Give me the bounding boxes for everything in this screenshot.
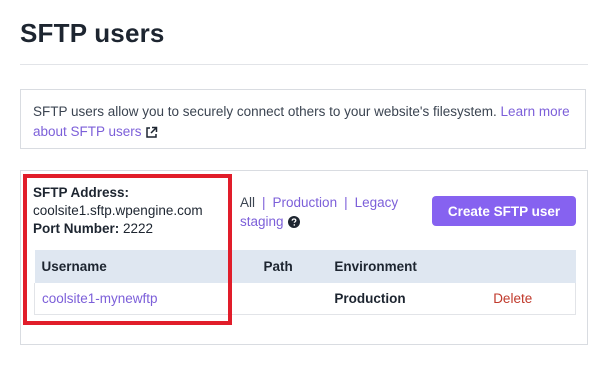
external-link-icon: [145, 125, 158, 145]
filter-all[interactable]: All: [240, 195, 255, 210]
header-actions: [493, 250, 576, 283]
page-title: SFTP users: [20, 18, 165, 48]
info-box: SFTP users allow you to securely connect…: [20, 89, 586, 149]
port-number-value: 2222: [123, 221, 154, 236]
sftp-connection-info: SFTP Address: coolsite1.sftp.wpengine.co…: [33, 184, 203, 238]
sftp-users-card: SFTP Address: coolsite1.sftp.wpengine.co…: [20, 170, 588, 345]
question-circle-icon[interactable]: [287, 214, 300, 233]
header-path[interactable]: Path: [263, 250, 335, 283]
table-row: coolsite1-mynewftp Production Delete: [33, 283, 577, 315]
create-sftp-user-button[interactable]: Create SFTP user: [432, 196, 576, 226]
title-divider: [20, 64, 588, 65]
filter-separator: |: [344, 195, 348, 210]
filter-production[interactable]: Production: [273, 195, 338, 210]
header-username[interactable]: Username: [34, 250, 264, 283]
info-text: SFTP users allow you to securely connect…: [33, 102, 573, 145]
environment-filters: All | Production | Legacy staging: [240, 193, 425, 233]
environment-value: Production: [334, 291, 406, 306]
port-number-label: Port Number:: [33, 221, 120, 236]
filter-separator: |: [262, 195, 266, 210]
table-header-row: Username Path Environment: [34, 250, 576, 283]
sftp-address-value: coolsite1.sftp.wpengine.com: [33, 203, 203, 218]
username-link[interactable]: coolsite1-mynewftp: [42, 291, 158, 306]
sftp-users-table: Username Path Environment coolsite1-myne…: [33, 250, 577, 315]
path-cell: [263, 283, 335, 315]
delete-button[interactable]: Delete: [493, 291, 532, 306]
header-environment[interactable]: Environment: [334, 250, 494, 283]
sftp-address-label: SFTP Address:: [33, 185, 130, 200]
info-description: SFTP users allow you to securely connect…: [33, 104, 497, 119]
